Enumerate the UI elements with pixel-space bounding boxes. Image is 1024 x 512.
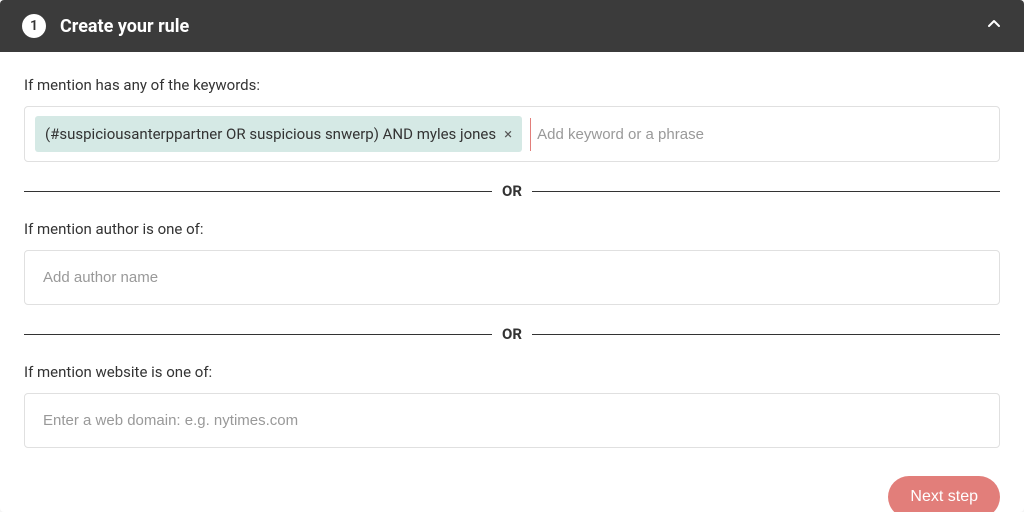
remove-tag-icon[interactable]: × (504, 127, 512, 142)
divider-line (24, 191, 492, 192)
divider-or-1: OR (24, 182, 1000, 200)
divider-or-2: OR (24, 325, 1000, 343)
keywords-input-box[interactable]: (#suspiciousanterppartner OR suspicious … (24, 106, 1000, 162)
panel-header[interactable]: 1 Create your rule (0, 0, 1024, 52)
collapse-icon[interactable] (986, 16, 1002, 36)
divider-line (532, 334, 1000, 335)
keywords-label: If mention has any of the keywords: (24, 76, 1000, 94)
next-step-button[interactable]: Next step (888, 476, 1000, 512)
divider-or-label: OR (502, 325, 522, 343)
panel-content: If mention has any of the keywords: (#su… (0, 52, 1024, 468)
step-number-badge: 1 (22, 14, 46, 38)
page-title: Create your rule (60, 16, 189, 37)
website-input[interactable] (24, 393, 1000, 448)
author-label: If mention author is one of: (24, 220, 1000, 238)
rule-builder-panel: 1 Create your rule If mention has any of… (0, 0, 1024, 512)
author-input[interactable] (24, 250, 1000, 305)
keyword-input[interactable] (530, 118, 989, 151)
panel-footer: Next step (0, 468, 1024, 512)
keyword-tag-text: (#suspiciousanterppartner OR suspicious … (45, 125, 496, 143)
website-label: If mention website is one of: (24, 363, 1000, 381)
divider-line (24, 334, 492, 335)
divider-or-label: OR (502, 182, 522, 200)
header-left: 1 Create your rule (22, 14, 189, 38)
divider-line (532, 191, 1000, 192)
keyword-tag: (#suspiciousanterppartner OR suspicious … (35, 116, 522, 152)
